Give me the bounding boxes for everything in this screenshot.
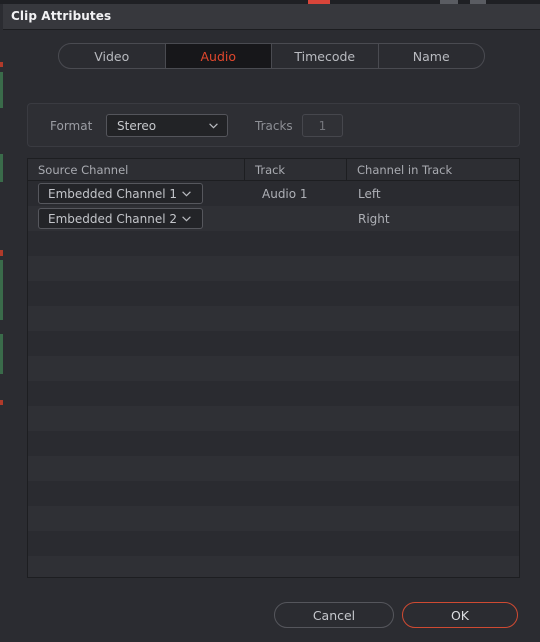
table-empty-row xyxy=(28,556,519,577)
cell-track xyxy=(244,206,346,231)
table-empty-row xyxy=(28,431,519,456)
column-header-track: Track xyxy=(244,159,346,181)
chevron-down-icon xyxy=(182,191,191,197)
ok-button[interactable]: OK xyxy=(402,602,518,628)
chevron-down-icon xyxy=(182,216,191,222)
dialog-body: Video Audio Timecode Name Format Stereo … xyxy=(3,31,540,642)
cell-channel-in-track: Left xyxy=(346,181,519,206)
tracks-label: Tracks xyxy=(255,119,293,133)
format-select-value: Stereo xyxy=(117,119,157,133)
table-empty-row xyxy=(28,481,519,506)
table-rows: Embedded Channel 1 Audio 1 Left Embedded… xyxy=(28,181,519,577)
dialog-titlebar: Clip Attributes xyxy=(3,4,540,30)
source-channel-select-1[interactable]: Embedded Channel 1 xyxy=(38,183,203,204)
source-channel-value-1: Embedded Channel 1 xyxy=(48,187,178,201)
table-empty-row xyxy=(28,331,519,356)
cell-source-channel: Embedded Channel 1 xyxy=(28,181,244,206)
channel-in-track-value-2: Right xyxy=(358,211,390,226)
tab-name[interactable]: Name xyxy=(379,44,485,68)
dialog-footer: Cancel OK xyxy=(3,594,540,642)
cancel-button[interactable]: Cancel xyxy=(274,602,394,628)
table-empty-row xyxy=(28,381,519,406)
table-empty-row xyxy=(28,531,519,556)
table-row: Embedded Channel 1 Audio 1 Left xyxy=(28,181,519,206)
column-header-channel-in-track: Channel in Track xyxy=(346,159,519,181)
dialog-title: Clip Attributes xyxy=(11,9,112,23)
table-empty-row xyxy=(28,256,519,281)
cell-track: Audio 1 xyxy=(244,181,346,206)
format-panel: Format Stereo Tracks 1 xyxy=(27,103,520,147)
chevron-down-icon xyxy=(209,123,218,129)
format-label: Format xyxy=(50,119,93,133)
table-empty-row xyxy=(28,506,519,531)
table-empty-row xyxy=(28,456,519,481)
table-empty-row xyxy=(28,406,519,431)
cell-source-channel: Embedded Channel 2 xyxy=(28,206,244,231)
channel-in-track-value-1: Left xyxy=(358,186,381,201)
table-empty-row xyxy=(28,281,519,306)
table-empty-row xyxy=(28,231,519,256)
tab-audio[interactable]: Audio xyxy=(165,44,272,68)
clip-attributes-dialog: Clip Attributes Video Audio Timecode Nam… xyxy=(0,0,540,642)
source-channel-value-2: Embedded Channel 2 xyxy=(48,212,178,226)
table-empty-rows xyxy=(28,231,519,577)
table-row: Embedded Channel 2 Right xyxy=(28,206,519,231)
tracks-input[interactable]: 1 xyxy=(302,114,343,137)
format-select[interactable]: Stereo xyxy=(106,114,228,137)
table-empty-row xyxy=(28,356,519,381)
cell-channel-in-track: Right xyxy=(346,206,519,231)
channel-mapping-table: Source Channel Track Channel in Track Em… xyxy=(27,158,520,578)
table-empty-row xyxy=(28,306,519,331)
table-header-row: Source Channel Track Channel in Track xyxy=(28,159,519,181)
tab-video[interactable]: Video xyxy=(59,44,166,68)
column-header-source-channel: Source Channel xyxy=(38,163,129,177)
tab-timecode[interactable]: Timecode xyxy=(272,44,379,68)
track-value-1: Audio 1 xyxy=(262,186,308,201)
source-channel-select-2[interactable]: Embedded Channel 2 xyxy=(38,208,203,229)
tab-bar: Video Audio Timecode Name xyxy=(58,43,485,69)
